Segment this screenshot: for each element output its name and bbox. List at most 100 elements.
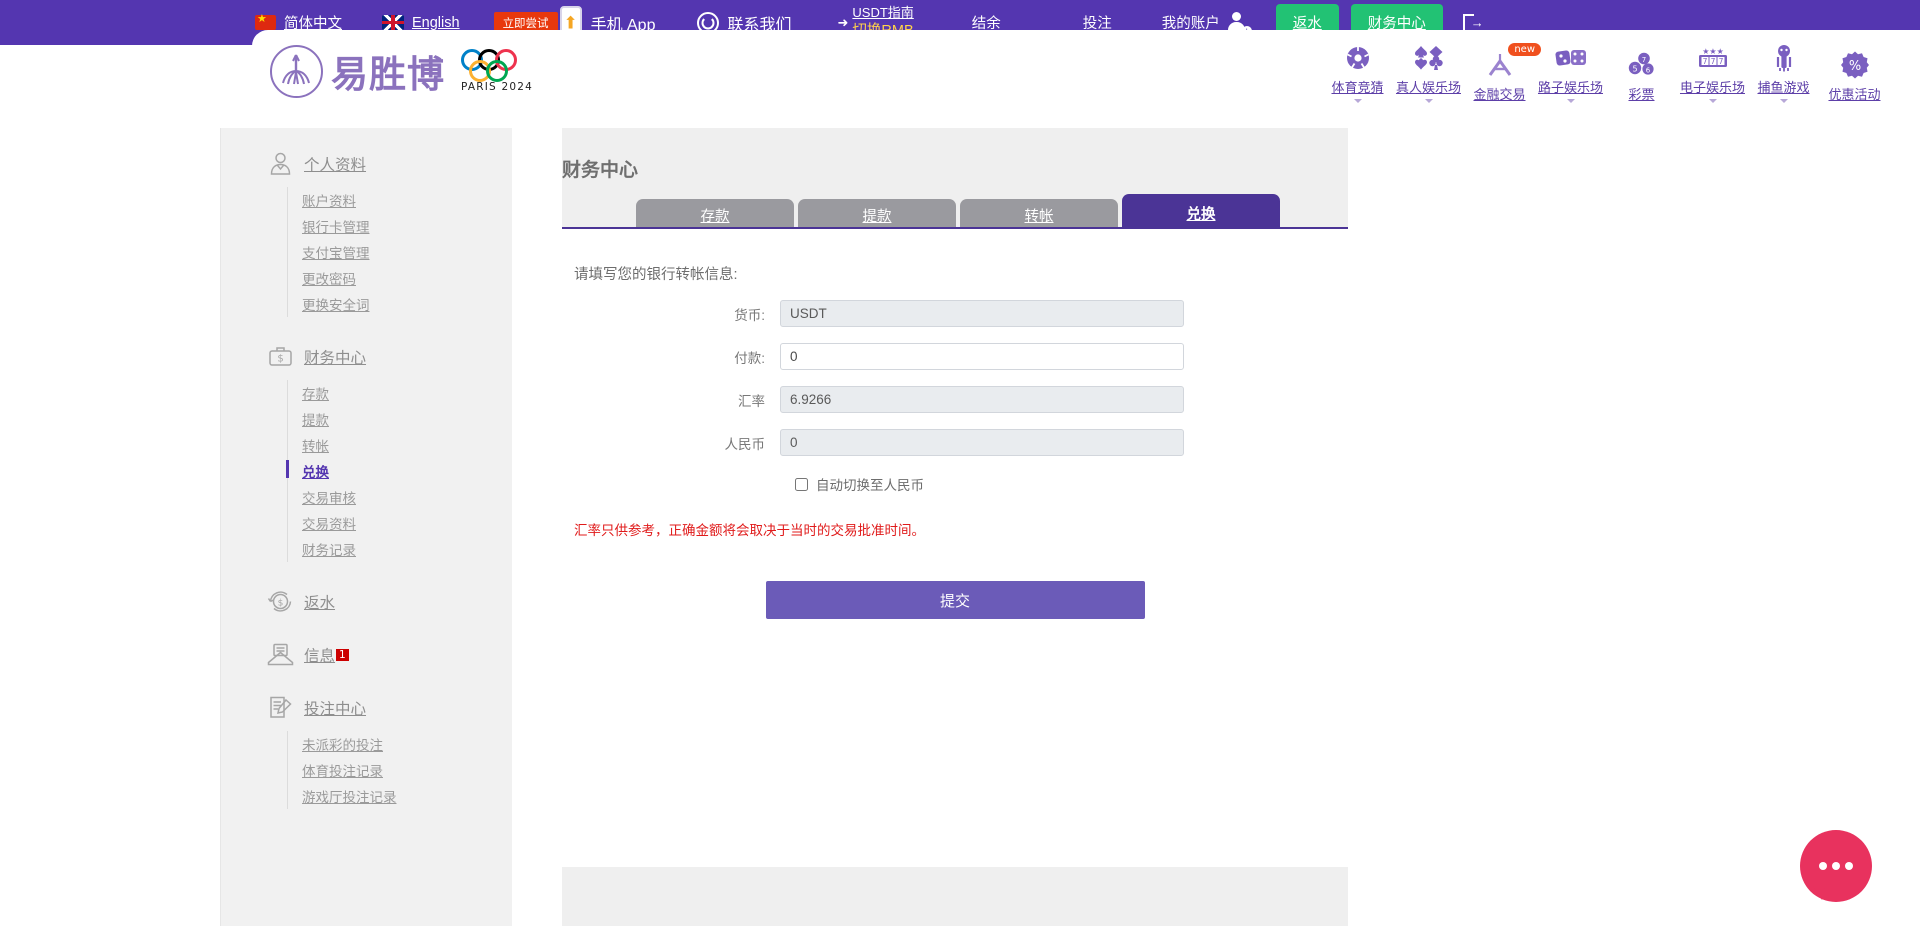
- sidebar-item-finance-center[interactable]: $ 财务中心: [221, 343, 512, 370]
- form-instruction: 请填写您的银行转帐信息:: [574, 267, 738, 283]
- auto-convert-label[interactable]: 自动切换至人民币: [816, 474, 924, 494]
- nav-label: 金融交易: [1473, 87, 1526, 102]
- svg-text:6: 6: [1645, 67, 1650, 75]
- form-row-rate: 汇率: [562, 386, 1348, 413]
- sidebar-group-title: 信息: [304, 647, 336, 665]
- sidebar-link-deposit[interactable]: 存款: [288, 380, 512, 406]
- sidebar-group-messages: 信息 1: [221, 641, 512, 668]
- sidebar-link-transfer[interactable]: 转帐: [288, 432, 512, 458]
- logout-icon[interactable]: →: [1462, 13, 1484, 32]
- nav-item-lottery[interactable]: 7 5 6 彩票: [1606, 49, 1677, 103]
- sidebar-item-rebate[interactable]: $ 返水: [221, 588, 512, 615]
- nav-item-finance[interactable]: new 金融交易: [1464, 43, 1541, 103]
- payment-amount-field[interactable]: [780, 343, 1184, 370]
- sidebar-link-transaction-info[interactable]: 交易资料: [288, 510, 512, 536]
- sidebar-link-change-security-word[interactable]: 更换安全词: [288, 291, 512, 317]
- sidebar-sublist: 未派彩的投注 体育投注记录 游戏厅投注记录: [287, 731, 512, 809]
- sidebar-group-title: 财务中心: [304, 349, 367, 367]
- language-switch-english[interactable]: English: [382, 15, 460, 31]
- rmb-label: 人民币: [724, 436, 766, 452]
- fish-icon: [1772, 42, 1796, 74]
- nav-item-fishing[interactable]: 捕鱼游戏: [1748, 42, 1819, 103]
- sidebar-link-account-info[interactable]: 账户资料: [288, 187, 512, 213]
- svg-text:5: 5: [1632, 65, 1637, 74]
- percent-icon: %: [1840, 49, 1869, 81]
- olympic-year-label: PARIS 2024: [461, 81, 533, 93]
- sidebar-group-finance: $ 财务中心 存款 提款 转帐 兑换 交易审核 交易资料 财务记录: [221, 343, 512, 562]
- main-navigation: 体育竞猜 真人娱乐场 new 金融交易 路子娱乐场 7 5 6 彩票 ★★★ 7…: [1322, 42, 1890, 103]
- sidebar-group-rebate: $ 返水: [221, 588, 512, 615]
- sidebar-group-title: 投注中心: [304, 700, 367, 718]
- chevron-down-icon: [1353, 99, 1362, 103]
- sidebar-link-sports-bet-history[interactable]: 体育投注记录: [288, 757, 512, 783]
- sidebar-link-change-password[interactable]: 更改密码: [288, 265, 512, 291]
- usdt-guide-label: USDT指南: [852, 5, 914, 21]
- svg-text:$: $: [278, 599, 284, 609]
- brand-emblem-icon: [270, 44, 323, 98]
- currency-field[interactable]: [780, 300, 1184, 327]
- nav-item-slots[interactable]: ★★★ 7 7 7 电子娱乐场: [1677, 42, 1748, 103]
- svg-text:7: 7: [1702, 57, 1707, 66]
- sidebar-group-title: 返水: [304, 594, 336, 612]
- messages-count-badge: 1: [336, 648, 349, 661]
- sidebar-link-game-bet-history[interactable]: 游戏厅投注记录: [288, 783, 512, 809]
- sidebar-link-withdraw[interactable]: 提款: [288, 406, 512, 432]
- rmb-amount-field[interactable]: [780, 429, 1184, 456]
- auto-convert-checkbox[interactable]: [795, 477, 808, 491]
- form-row-payment: 付款:: [562, 343, 1348, 370]
- chat-bubble-icon: [1819, 862, 1853, 870]
- exchange-rate-field[interactable]: [780, 386, 1184, 413]
- submit-row: 提交: [562, 581, 1348, 619]
- currency-label: 货币:: [734, 307, 765, 323]
- chevron-down-icon: [1779, 99, 1788, 103]
- sidebar-sublist: 存款 提款 转帐 兑换 交易审核 交易资料 财务记录: [286, 380, 512, 562]
- brand-name: 易胜博: [331, 53, 445, 96]
- rate-warning-text: 汇率只供参考，正确金额将会取决于当时的交易批准时间。: [574, 523, 925, 538]
- nav-label: 彩票: [1628, 87, 1655, 102]
- sidebar-item-messages[interactable]: 信息 1: [221, 641, 512, 668]
- chevron-down-icon: [1424, 99, 1433, 103]
- uk-flag-icon: [382, 15, 404, 30]
- site-header: 易胜博 PARIS 2024 体育竞猜 真人娱乐场 new 金融交易 路子娱乐场…: [252, 30, 1920, 113]
- sidebar-link-unsettled-bets[interactable]: 未派彩的投注: [288, 731, 512, 757]
- olympic-rings-icon: [461, 49, 533, 82]
- nav-item-promotions[interactable]: % 优惠活动: [1819, 49, 1890, 103]
- exchange-rate-label: 汇率: [738, 393, 765, 409]
- live-chat-button[interactable]: [1800, 830, 1872, 902]
- page-root: 简体中文 English 立即尝试 ⬆ 手机 App 联系我们 ➜ USDT指南…: [0, 0, 1920, 927]
- svg-text:7: 7: [1718, 57, 1723, 66]
- form-row-rmb: 人民币: [562, 429, 1348, 456]
- arrow-right-icon: ➜: [837, 14, 849, 30]
- page-body: 个人资料 账户资料 银行卡管理 支付宝管理 更改密码 更换安全词 $ 财务中心 …: [0, 113, 1920, 927]
- brand-logo[interactable]: 易胜博 PARIS 2024: [270, 44, 533, 98]
- nav-item-live-casino[interactable]: 真人娱乐场: [1393, 42, 1464, 103]
- slot-777-icon: ★★★ 7 7 7: [1696, 42, 1730, 74]
- nav-label: 电子娱乐场: [1679, 80, 1745, 95]
- sidebar-link-alipay[interactable]: 支付宝管理: [288, 239, 512, 265]
- svg-text:%: %: [1848, 59, 1860, 74]
- china-flag-icon: [255, 12, 276, 30]
- svg-text:7: 7: [1710, 57, 1715, 66]
- sidebar-item-bet-center[interactable]: 投注中心: [221, 694, 512, 721]
- submit-button[interactable]: 提交: [765, 581, 1145, 619]
- form-row-currency: 货币:: [562, 300, 1348, 327]
- soccer-ball-icon: [1345, 42, 1371, 74]
- sidebar-link-finance-records[interactable]: 财务记录: [288, 536, 512, 562]
- briefcase-dollar-icon: $: [267, 343, 294, 370]
- sidebar-group-bet-center: 投注中心 未派彩的投注 体育投注记录 游戏厅投注记录: [221, 694, 512, 809]
- sidebar-link-exchange[interactable]: 兑换: [286, 458, 512, 484]
- auto-convert-row: 自动切换至人民币: [562, 474, 1348, 494]
- sidebar-link-bank-card[interactable]: 银行卡管理: [288, 213, 512, 239]
- sidebar-item-profile[interactable]: 个人资料: [221, 150, 512, 177]
- nav-label: 捕鱼游戏: [1757, 80, 1810, 95]
- language-english-label: English: [412, 14, 460, 31]
- nav-item-lu-casino[interactable]: 路子娱乐场: [1535, 42, 1606, 103]
- sidebar-link-transaction-review[interactable]: 交易审核: [288, 484, 512, 510]
- refund-icon: $: [267, 588, 294, 615]
- page-title: 财务中心: [562, 160, 639, 181]
- chevron-down-icon: [1566, 99, 1575, 103]
- main-content: 财务中心 存款 提款 转帐 兑换 请填写您的银行转帐信息: 货币: 付款:: [562, 128, 1348, 926]
- svg-text:★★★: ★★★: [1702, 47, 1724, 56]
- nav-item-sports[interactable]: 体育竞猜: [1322, 42, 1393, 103]
- payment-label: 付款:: [734, 350, 765, 366]
